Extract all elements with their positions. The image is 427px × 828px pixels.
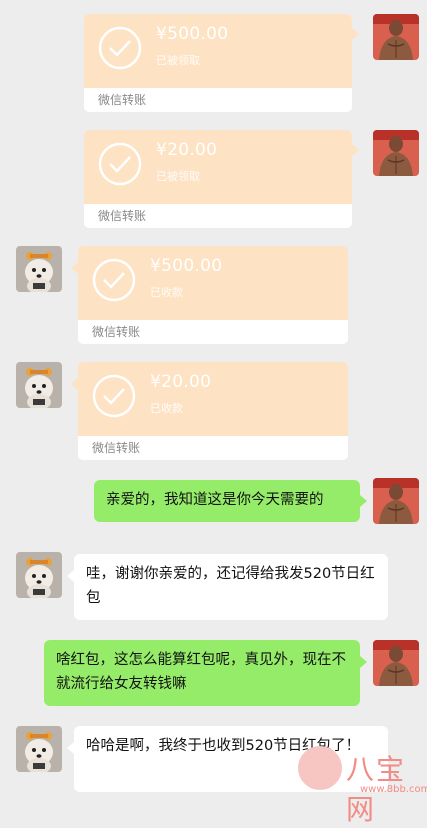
bubble-tail xyxy=(71,378,78,390)
transfer-status: 已被领取 xyxy=(156,54,200,67)
muscular-man-avatar-icon xyxy=(373,478,419,524)
message-bubble[interactable]: 哇，谢谢你亲爱的，还记得给我发520节日红包 xyxy=(74,554,388,620)
bubble-tail xyxy=(360,656,367,668)
message-bubble[interactable]: 亲爱的，我知道这是你今天需要的 xyxy=(94,480,360,522)
check-circle-icon xyxy=(92,374,136,418)
avatar-dog[interactable] xyxy=(16,552,62,598)
message-bubble[interactable]: 啥红包，这怎么能算红包呢，真见外，现在不就流行给女友转钱嘛 xyxy=(44,640,360,706)
avatar-muscular-man[interactable] xyxy=(373,478,419,524)
transfer-amount: ¥20.00 xyxy=(156,140,218,160)
avatar-dog[interactable] xyxy=(16,362,62,408)
watermark-url: www.8bb.com xyxy=(360,784,427,795)
check-circle-icon xyxy=(92,258,136,302)
bubble-tail xyxy=(67,570,74,582)
transfer-footer: 微信转账 xyxy=(92,441,141,455)
check-circle-icon xyxy=(98,142,142,186)
transfer-amount: ¥500.00 xyxy=(156,24,229,44)
watermark: 八宝网 www.8bb.com xyxy=(298,742,427,826)
dog-avatar-icon xyxy=(16,726,62,772)
avatar-muscular-man[interactable] xyxy=(373,14,419,60)
transfer-card[interactable]: ¥20.00 已被领取 微信转账 xyxy=(84,130,352,228)
bubble-tail xyxy=(67,742,74,754)
check-circle-icon xyxy=(98,26,142,70)
transfer-status: 已收款 xyxy=(150,402,183,415)
avatar-muscular-man[interactable] xyxy=(373,130,419,176)
transfer-amount: ¥20.00 xyxy=(150,372,212,392)
transfer-status: 已收款 xyxy=(150,286,183,299)
avatar-dog[interactable] xyxy=(16,726,62,772)
transfer-card[interactable]: ¥500.00 已收款 微信转账 xyxy=(78,246,348,344)
muscular-man-avatar-icon xyxy=(373,130,419,176)
muscular-man-avatar-icon xyxy=(373,640,419,686)
dog-avatar-icon xyxy=(16,362,62,408)
bubble-tail xyxy=(352,144,359,156)
avatar-dog[interactable] xyxy=(16,246,62,292)
bubble-tail xyxy=(71,262,78,274)
transfer-footer: 微信转账 xyxy=(92,325,141,339)
transfer-footer: 微信转账 xyxy=(98,93,147,107)
dog-avatar-icon xyxy=(16,552,62,598)
dog-avatar-icon xyxy=(16,246,62,292)
transfer-card[interactable]: ¥500.00 已被领取 微信转账 xyxy=(84,14,352,112)
muscular-man-avatar-icon xyxy=(373,14,419,60)
transfer-card[interactable]: ¥20.00 已收款 微信转账 xyxy=(78,362,348,460)
baby-face-logo-icon xyxy=(298,746,342,790)
transfer-status: 已被领取 xyxy=(156,170,200,183)
bubble-tail xyxy=(360,495,367,507)
avatar-muscular-man[interactable] xyxy=(373,640,419,686)
transfer-amount: ¥500.00 xyxy=(150,256,223,276)
bubble-tail xyxy=(352,28,359,40)
transfer-footer: 微信转账 xyxy=(98,209,147,223)
